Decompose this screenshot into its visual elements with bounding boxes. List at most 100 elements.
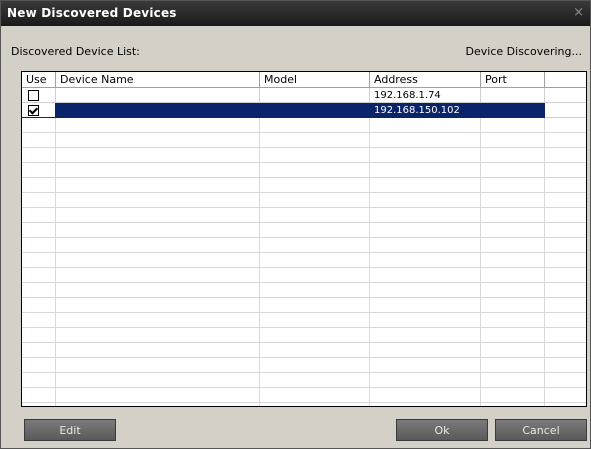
empty-cell: [370, 373, 481, 388]
empty-cell: [545, 373, 586, 388]
empty-cell: [545, 268, 586, 283]
empty-cell: [370, 193, 481, 208]
ok-button[interactable]: Ok: [396, 419, 488, 441]
empty-cell: [545, 253, 586, 268]
empty-row: [22, 118, 586, 133]
empty-cell: [260, 238, 370, 253]
empty-cell: [481, 268, 545, 283]
empty-cell: [481, 313, 545, 328]
empty-cell: [370, 283, 481, 298]
empty-cell: [260, 268, 370, 283]
empty-cell: [260, 148, 370, 163]
empty-cell: [481, 178, 545, 193]
empty-cell: [260, 358, 370, 373]
empty-cell: [22, 223, 56, 238]
filler-cell: [545, 88, 586, 103]
empty-row: [22, 388, 586, 403]
empty-cell: [481, 283, 545, 298]
empty-cell: [545, 343, 586, 358]
column-header-address[interactable]: Address: [370, 72, 481, 87]
device-name-cell: [56, 103, 260, 118]
use-checkbox[interactable]: [28, 90, 39, 101]
empty-cell: [22, 328, 56, 343]
close-icon[interactable]: ×: [573, 5, 584, 20]
use-cell[interactable]: [22, 103, 56, 118]
empty-cell: [545, 238, 586, 253]
column-header-use[interactable]: Use: [22, 72, 56, 87]
use-cell[interactable]: [22, 88, 56, 103]
empty-cell: [370, 148, 481, 163]
empty-cell: [545, 298, 586, 313]
empty-cell: [481, 388, 545, 403]
empty-cell: [481, 343, 545, 358]
empty-row: [22, 253, 586, 268]
empty-cell: [370, 163, 481, 178]
empty-cell: [370, 208, 481, 223]
table-row[interactable]: 192.168.150.102: [22, 103, 586, 118]
empty-row: [22, 163, 586, 178]
empty-cell: [260, 253, 370, 268]
empty-cell: [22, 313, 56, 328]
empty-cell: [56, 238, 260, 253]
empty-cell: [22, 178, 56, 193]
empty-cell: [56, 253, 260, 268]
empty-cell: [260, 388, 370, 403]
empty-cell: [56, 373, 260, 388]
device-name-cell: [56, 88, 260, 103]
empty-cell: [370, 343, 481, 358]
empty-cell: [481, 403, 545, 406]
empty-row: [22, 268, 586, 283]
column-header-model[interactable]: Model: [260, 72, 370, 87]
empty-cell: [22, 148, 56, 163]
title-bar[interactable]: New Discovered Devices ×: [1, 1, 590, 26]
address-cell: 192.168.150.102: [370, 103, 481, 118]
use-checkbox[interactable]: [28, 105, 39, 116]
empty-cell: [370, 328, 481, 343]
address-cell: 192.168.1.74: [370, 88, 481, 103]
empty-cell: [370, 238, 481, 253]
empty-cell: [260, 328, 370, 343]
empty-cell: [260, 403, 370, 406]
empty-cell: [260, 223, 370, 238]
empty-cell: [370, 298, 481, 313]
table-header: Use Device Name Model Address Port: [22, 72, 586, 88]
empty-cell: [370, 178, 481, 193]
column-header-device-name[interactable]: Device Name: [56, 72, 260, 87]
empty-row: [22, 133, 586, 148]
empty-cell: [56, 208, 260, 223]
empty-cell: [22, 268, 56, 283]
edit-button[interactable]: Edit: [24, 419, 116, 441]
empty-cell: [545, 313, 586, 328]
empty-cell: [260, 118, 370, 133]
empty-cell: [545, 193, 586, 208]
table-row[interactable]: 192.168.1.74: [22, 88, 586, 103]
empty-cell: [56, 133, 260, 148]
cancel-button[interactable]: Cancel: [495, 419, 587, 441]
empty-cell: [22, 373, 56, 388]
empty-cell: [56, 343, 260, 358]
empty-cell: [22, 388, 56, 403]
empty-row: [22, 193, 586, 208]
empty-cell: [260, 373, 370, 388]
empty-row: [22, 313, 586, 328]
empty-cell: [545, 133, 586, 148]
empty-cell: [22, 238, 56, 253]
empty-row: [22, 178, 586, 193]
column-header-port[interactable]: Port: [481, 72, 545, 87]
empty-cell: [545, 388, 586, 403]
empty-cell: [481, 118, 545, 133]
empty-cell: [22, 283, 56, 298]
empty-cell: [56, 388, 260, 403]
empty-cell: [370, 133, 481, 148]
window-title: New Discovered Devices: [7, 6, 177, 20]
empty-cell: [22, 253, 56, 268]
empty-row: [22, 403, 586, 406]
empty-cell: [481, 208, 545, 223]
device-table[interactable]: Use Device Name Model Address Port 192.1…: [21, 71, 587, 407]
empty-cell: [545, 283, 586, 298]
empty-row: [22, 223, 586, 238]
empty-cell: [56, 313, 260, 328]
filler-cell: [545, 103, 586, 118]
empty-cell: [260, 178, 370, 193]
empty-cell: [56, 328, 260, 343]
